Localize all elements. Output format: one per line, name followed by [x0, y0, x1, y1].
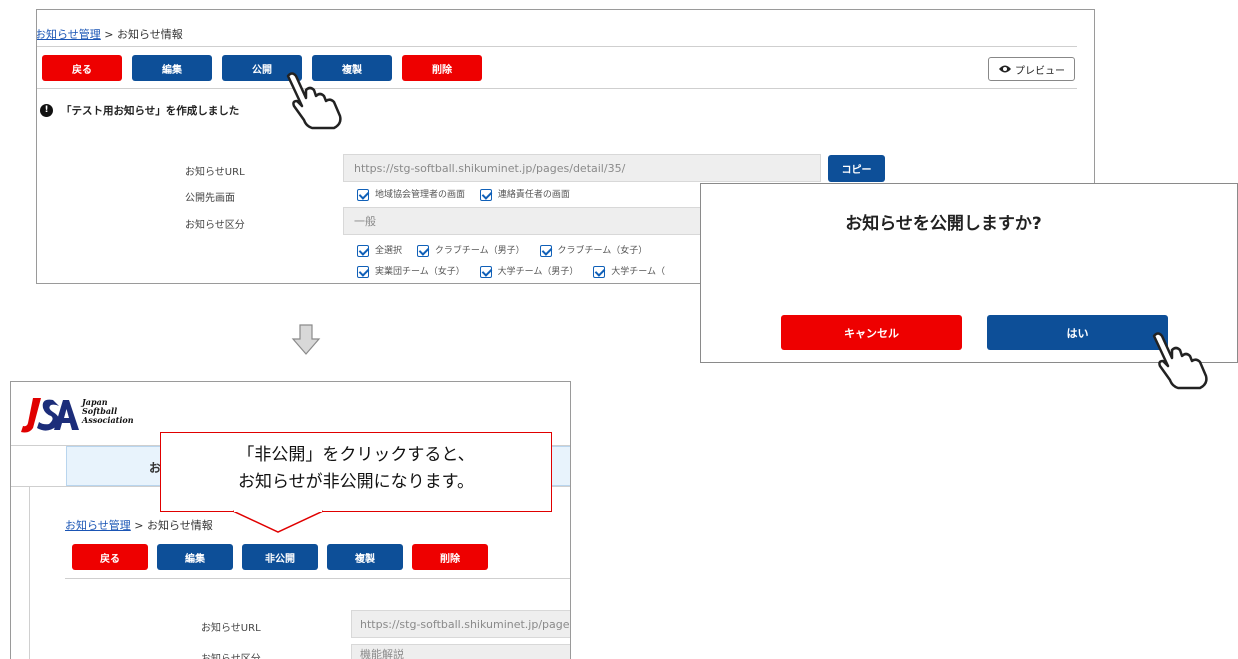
- team-option: クラブチーム（男子）: [434, 246, 525, 256]
- breadcrumb: お知らせ管理 > お知らせ情報: [65, 517, 213, 533]
- copy-url-button[interactable]: コピー: [828, 155, 885, 182]
- checkbox-checked-icon[interactable]: [416, 244, 429, 257]
- unpublish-button[interactable]: 非公開: [242, 544, 318, 570]
- back-button[interactable]: 戻る: [42, 55, 122, 81]
- team-checkboxes-row1: 全選択 クラブチーム（男子） クラブチーム（女子）: [357, 243, 659, 257]
- eye-icon: [999, 65, 1011, 73]
- category-label: お知らせ区分: [201, 650, 261, 659]
- delete-button[interactable]: 削除: [402, 55, 482, 81]
- checkbox-checked-icon[interactable]: [593, 265, 606, 278]
- category-field[interactable]: 機能解説: [351, 644, 570, 659]
- callout-box: 「非公開」をクリックすると、 お知らせが非公開になります。: [160, 432, 552, 512]
- cancel-button[interactable]: キャンセル: [781, 315, 962, 350]
- destination-label: 公開先画面: [185, 193, 235, 204]
- sidebar-divider: [29, 486, 30, 659]
- team-option: 大学チーム（: [611, 267, 665, 277]
- breadcrumb-separator: >: [100, 28, 117, 41]
- url-field: https://stg-softball.shikuminet.jp/pages…: [343, 154, 821, 182]
- team-option: 実業団チーム（女子）: [375, 267, 465, 277]
- destination-checkboxes: 地域協会管理者の画面 連絡責任者の画面: [357, 187, 582, 201]
- hand-pointer-icon: [286, 72, 342, 130]
- hand-pointer-icon: [1152, 332, 1208, 390]
- logo-text: Japan Softball Association: [82, 398, 134, 425]
- team-option: 大学チーム（男子）: [497, 267, 579, 277]
- down-arrow-icon: [291, 324, 321, 355]
- breadcrumb-link-news-admin[interactable]: お知らせ管理: [37, 28, 101, 41]
- preview-button[interactable]: プレビュー: [988, 57, 1075, 81]
- duplicate-button[interactable]: 複製: [327, 544, 403, 570]
- exclamation-icon: !: [40, 104, 53, 117]
- preview-label: プレビュー: [1015, 65, 1065, 77]
- edit-button[interactable]: 編集: [132, 55, 212, 81]
- callout-line: 「非公開」をクリックすると、: [237, 445, 475, 465]
- breadcrumb-separator: >: [130, 519, 147, 532]
- yes-button[interactable]: はい: [987, 315, 1168, 350]
- notice-text: 「テスト用お知らせ」を作成しました: [61, 105, 240, 117]
- jsa-logo-mark-icon: [21, 398, 79, 433]
- divider: [37, 46, 1077, 47]
- checkbox-checked-icon[interactable]: [479, 265, 492, 278]
- divider: [65, 578, 570, 579]
- checkbox-checked-icon[interactable]: [357, 188, 369, 201]
- logo-text-line: Association: [82, 415, 134, 425]
- breadcrumb-current: お知らせ情報: [147, 519, 213, 532]
- success-notice: ! 「テスト用お知らせ」を作成しました: [40, 103, 239, 118]
- callout-line: お知らせが非公開になります。: [238, 472, 474, 492]
- jsa-logo: Japan Softball Association: [19, 392, 139, 436]
- destination-option: 連絡責任者の画面: [497, 190, 570, 200]
- checkbox-checked-icon[interactable]: [357, 265, 369, 278]
- edit-button[interactable]: 編集: [157, 544, 233, 570]
- team-checkboxes-row2: 実業団チーム（女子） 大学チーム（男子） 大学チーム（: [357, 264, 677, 278]
- url-field: https://stg-softball.shikuminet.jp/pages: [351, 610, 570, 638]
- delete-button[interactable]: 削除: [412, 544, 488, 570]
- checkbox-checked-icon[interactable]: [539, 244, 552, 257]
- breadcrumb-current: お知らせ情報: [117, 28, 183, 41]
- dialog-question: お知らせを公開しますか?: [845, 214, 1042, 234]
- url-label: お知らせURL: [185, 167, 245, 178]
- divider: [37, 88, 1077, 89]
- back-button[interactable]: 戻る: [72, 544, 148, 570]
- destination-option: 地域協会管理者の画面: [375, 190, 466, 200]
- team-option: クラブチーム（女子）: [557, 246, 648, 256]
- url-label: お知らせURL: [201, 623, 261, 634]
- checkbox-checked-icon[interactable]: [357, 244, 369, 257]
- team-option: 全選択: [375, 246, 403, 256]
- checkbox-checked-icon[interactable]: [479, 188, 492, 201]
- category-field[interactable]: 一般: [343, 207, 703, 235]
- breadcrumb-link-news-admin[interactable]: お知らせ管理: [65, 519, 131, 532]
- callout-pointer: [233, 510, 323, 533]
- breadcrumb: お知らせ管理 > お知らせ情報: [37, 26, 183, 42]
- category-label: お知らせ区分: [185, 220, 245, 231]
